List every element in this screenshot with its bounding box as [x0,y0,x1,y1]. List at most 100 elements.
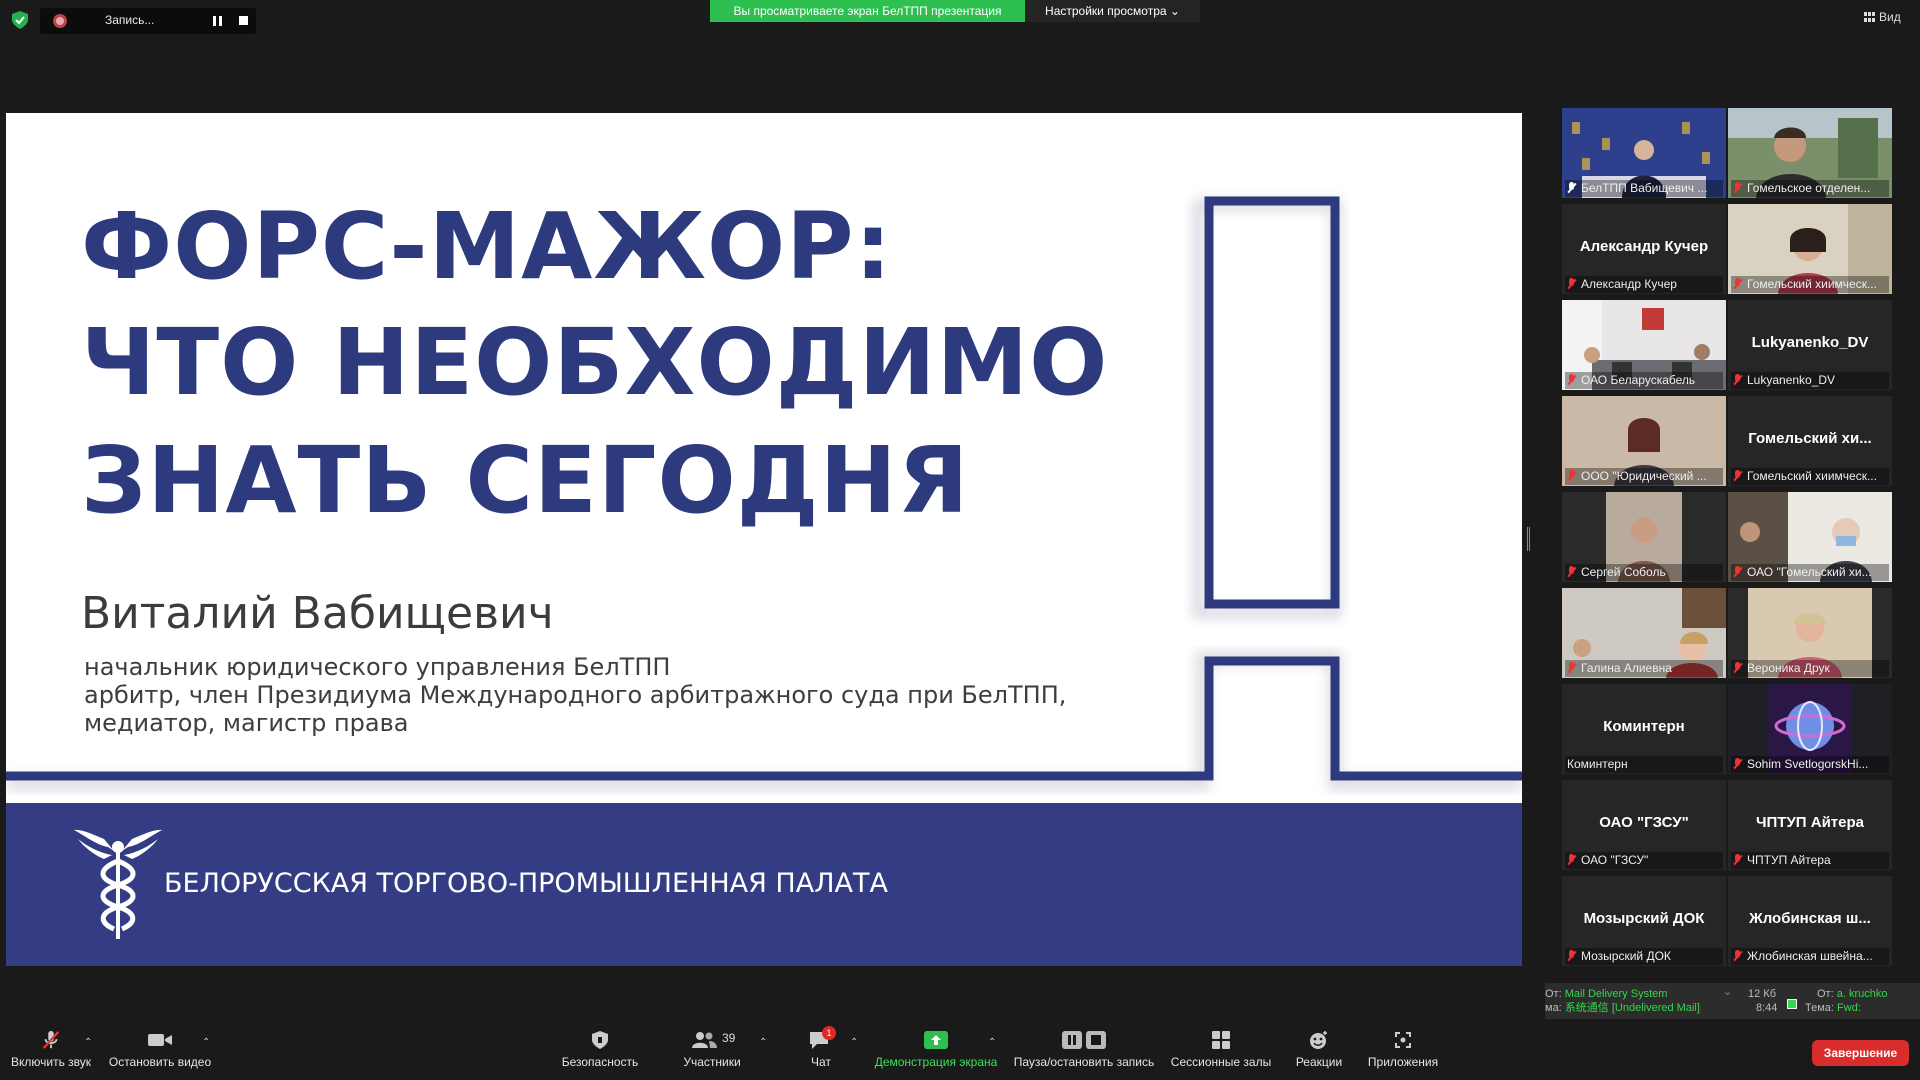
participant-tile[interactable]: Гомельский хи... Гомельский хиимческ... [1728,396,1892,486]
participant-tile[interactable]: Жлобинская ш... Жлобинская швейна... [1728,876,1892,966]
security-shield-icon[interactable] [12,11,28,29]
recording-label: Запись... [105,13,155,27]
muted-microphone-icon [1733,758,1742,770]
video-options-caret[interactable]: ⌃ [202,1037,210,1048]
share-screen-button[interactable]: Демонстрация экрана [872,1030,1000,1075]
participant-name-label: Sohim SvetlogorskHi... [1731,756,1889,773]
muted-microphone-icon [1733,374,1742,386]
participant-name: ОАО "ГЗСУ" [1581,853,1649,867]
notification-from-label: От: [1545,988,1562,1000]
participant-tile[interactable]: ЧПТУП Айтера ЧПТУП Айтера [1728,780,1892,870]
participant-name: Гомельский хиимческ... [1747,277,1877,291]
chat-unread-badge: 1 [822,1026,836,1040]
notification-subject-label: ма: [1545,1002,1562,1014]
stop-recording-icon[interactable] [239,16,248,25]
participant-tile[interactable]: БелТПП Вабищевич ... [1562,108,1726,198]
participant-tile[interactable]: Мозырский ДОК Мозырский ДОК [1562,876,1726,966]
participant-tile[interactable]: Sohim SvetlogorskHi... [1728,684,1892,774]
muted-microphone-icon [1567,470,1576,482]
notification-subject2-value: Fwd: [1837,1002,1861,1014]
participant-tile[interactable]: Вероника Друк [1728,588,1892,678]
muted-microphone-icon [42,1030,60,1049]
participant-name: Гомельский хиимческ... [1747,469,1877,483]
caduceus-logo-icon [74,829,162,939]
participant-name-label: ЧПТУП Айтера [1731,852,1889,869]
participant-name-label: Вероника Друк [1731,660,1889,677]
screen-share-banner: Вы просматриваете экран БелТПП презентац… [710,0,1025,22]
participant-name: Жлобинская швейна... [1747,949,1873,963]
view-button[interactable]: Вид [1864,10,1901,24]
participant-name: Коминтерн [1567,757,1628,771]
pause-stop-icon [1062,1031,1106,1049]
participant-display-name: ОАО "ГЗСУ" [1599,814,1689,831]
end-meeting-button[interactable]: Завершение [1812,1040,1909,1066]
chevron-down-icon[interactable]: ⌄ [1723,985,1732,999]
shared-screen-slide: ФОРС-МАЖОР: ЧТО НЕОБХОДИМО ЗНАТЬ СЕГОДНЯ… [6,113,1522,966]
mail-notification-popup[interactable]: От: Mail Delivery System ма: 系统通信 [Undel… [1545,983,1920,1019]
participant-name-label: Сергей Соболь [1565,564,1723,581]
pause-recording-label: Пауза/остановить запись [1013,1055,1155,1069]
shield-icon [592,1031,608,1049]
muted-microphone-icon [1733,662,1742,674]
breakout-rooms-button[interactable]: Сессионные залы [1168,1030,1274,1075]
organization-name: БЕЛОРУССКАЯ ТОРГОВО-ПРОМЫШЛЕННАЯ ПАЛАТА [164,868,888,899]
participant-name: Галина Алиевна [1581,661,1672,675]
stop-video-label: Остановить видео [108,1055,212,1069]
panel-resize-handle[interactable] [1527,527,1530,551]
unmute-button[interactable]: Включить звук [8,1030,94,1075]
participant-name-label: Жлобинская швейна... [1731,948,1889,965]
recording-dot-icon [53,14,67,28]
participant-tile[interactable]: Сергей Соболь [1562,492,1726,582]
participant-tile[interactable]: Галина Алиевна [1562,588,1726,678]
share-options-caret[interactable]: ⌃ [988,1037,996,1048]
participant-tile[interactable]: ОАО Беларускабель [1562,300,1726,390]
microphone-icon [1567,182,1576,194]
participant-tile[interactable]: Гомельский хиимческ... [1728,204,1892,294]
participant-tile[interactable]: Коминтерн Коминтерн [1562,684,1726,774]
participant-name: ОАО Беларускабель [1581,373,1696,387]
participant-tile[interactable]: ОАО "ГЗСУ" ОАО "ГЗСУ" [1562,780,1726,870]
participant-display-name: ЧПТУП Айтера [1755,814,1864,831]
notification-size: 12 Кб [1748,988,1776,1000]
participants-count: 39 [722,1031,736,1045]
view-options-dropdown[interactable]: Настройки просмотра ⌄ [1025,0,1200,22]
mail-flag-icon [1787,999,1797,1009]
muted-microphone-icon [1567,278,1576,290]
speaker-position-3: медиатор, магистр права [84,709,409,737]
reactions-label: Реакции [1295,1055,1343,1069]
participants-options-caret[interactable]: ⌃ [759,1037,767,1048]
reactions-button[interactable]: Реакции [1290,1030,1348,1075]
participant-tile[interactable]: Lukyanenko_DV Lukyanenko_DV [1728,300,1892,390]
breakout-rooms-icon [1212,1031,1230,1049]
participant-tile[interactable]: ООО "Юридический ... [1562,396,1726,486]
chat-button[interactable]: 1 Чат [801,1026,841,1075]
slide-title-line-2: ЧТО НЕОБХОДИМО [81,309,1109,416]
security-button[interactable]: Безопасность [556,1030,644,1075]
audio-options-caret[interactable]: ⌃ [84,1037,92,1048]
participant-name-label: ООО "Юридический ... [1565,468,1723,485]
participant-tile[interactable]: Гомельское отделен... [1728,108,1892,198]
stop-video-button[interactable]: Остановить видео [106,1030,214,1075]
participant-tile[interactable]: Александр Кучер Александр Кучер [1562,204,1726,294]
video-camera-icon [148,1034,172,1046]
participant-tile[interactable]: ОАО "Гомельский хи... [1728,492,1892,582]
chat-options-caret[interactable]: ⌃ [850,1037,858,1048]
pause-recording-icon[interactable] [212,15,224,27]
pause-stop-recording-button[interactable]: Пауза/остановить запись [1012,1030,1156,1075]
muted-microphone-icon [1567,374,1576,386]
muted-microphone-icon [1733,950,1742,962]
muted-microphone-icon [1567,854,1576,866]
participant-name-label: ОАО Беларускабель [1565,372,1723,389]
participant-name: Сергей Соболь [1581,565,1666,579]
view-button-label: Вид [1879,10,1901,24]
apps-icon [1395,1032,1411,1048]
muted-microphone-icon [1733,566,1742,578]
participants-button[interactable]: 39 Участники [675,1030,749,1075]
muted-microphone-icon [1567,950,1576,962]
participant-name: ЧПТУП Айтера [1747,853,1831,867]
participant-name-label: БелТПП Вабищевич ... [1565,180,1723,197]
participant-name: БелТПП Вабищевич ... [1581,181,1708,195]
apps-button[interactable]: Приложения [1364,1030,1442,1075]
participant-name-label: Гомельский хиимческ... [1731,276,1889,293]
participant-name: ООО "Юридический ... [1581,469,1707,483]
